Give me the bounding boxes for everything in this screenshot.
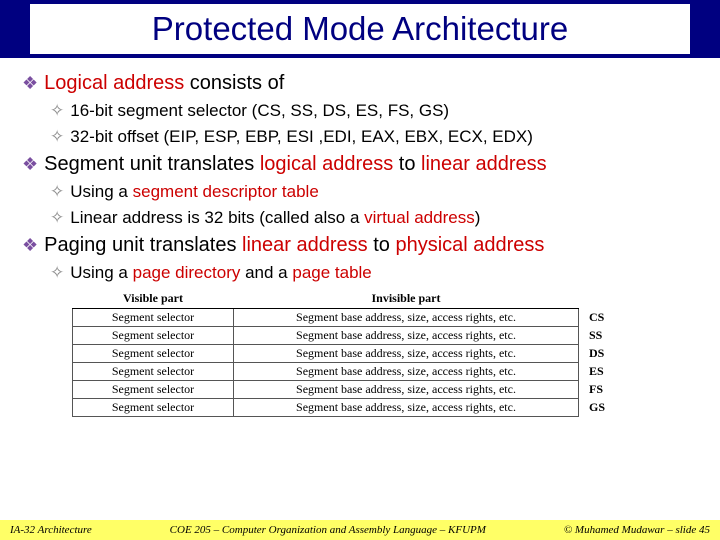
b2-mid: to xyxy=(393,153,421,175)
b3-pre: Paging unit translates xyxy=(44,234,242,256)
diamond-icon: ❖ xyxy=(22,235,38,255)
cell-right: Segment base address, size, access right… xyxy=(234,345,579,363)
table-row: Segment selectorSegment base address, si… xyxy=(73,309,648,327)
th-blank xyxy=(579,289,648,309)
bullet-1a: ✧ 16-bit segment selector (CS, SS, DS, ES… xyxy=(50,101,698,121)
cell-right: Segment base address, size, access right… xyxy=(234,399,579,417)
reg-label: ES xyxy=(579,363,648,381)
footer-left: IA-32 Architecture xyxy=(10,524,92,536)
table-row: Segment selectorSegment base address, si… xyxy=(73,327,648,345)
segment-table: Visible part Invisible part Segment sele… xyxy=(72,289,648,417)
footer-right: © Muhamed Mudawar – slide 45 xyxy=(564,524,710,536)
reg-label: GS xyxy=(579,399,648,417)
b3a-pre: Using a xyxy=(70,263,132,282)
b2a-red: segment descriptor table xyxy=(133,182,319,201)
b3a-mid: and a xyxy=(240,263,292,282)
cell-left: Segment selector xyxy=(73,327,234,345)
reg-label: SS xyxy=(579,327,648,345)
b2-pre: Segment unit translates xyxy=(44,153,260,175)
th-invisible: Invisible part xyxy=(234,289,579,309)
slide-title: Protected Mode Architecture xyxy=(152,10,568,47)
b3-r2: physical address xyxy=(395,234,544,256)
b1-red: Logical address xyxy=(44,72,184,94)
cell-left: Segment selector xyxy=(73,309,234,327)
diamond-icon: ❖ xyxy=(22,154,38,174)
cross-icon: ✧ xyxy=(50,101,64,120)
b1-rest: consists of xyxy=(184,72,284,94)
bullet-1b: ✧ 32-bit offset (EIP, ESP, EBP, ESI ,EDI,… xyxy=(50,127,698,147)
footer-center: COE 205 – Computer Organization and Asse… xyxy=(170,524,486,536)
b1a-text: 16-bit segment selector (CS, SS, DS, ES,… xyxy=(70,101,449,120)
reg-label: CS xyxy=(579,309,648,327)
cross-icon: ✧ xyxy=(50,263,64,282)
content-area: ❖ Logical address consists of ✧ 16-bit seg… xyxy=(0,58,720,417)
bullet-1: ❖ Logical address consists of xyxy=(22,72,698,95)
b2a-pre: Using a xyxy=(70,182,132,201)
table-row: Segment selectorSegment base address, si… xyxy=(73,381,648,399)
bullet-2b: ✧ Linear address is 32 bits (called also … xyxy=(50,208,698,228)
footer-bar: IA-32 Architecture COE 205 – Computer Or… xyxy=(0,520,720,540)
b2b-post: ) xyxy=(475,208,481,227)
cell-left: Segment selector xyxy=(73,363,234,381)
cell-right: Segment base address, size, access right… xyxy=(234,309,579,327)
table-header-row: Visible part Invisible part xyxy=(73,289,648,309)
b2b-red: virtual address xyxy=(364,208,475,227)
reg-label: DS xyxy=(579,345,648,363)
th-visible: Visible part xyxy=(73,289,234,309)
cell-right: Segment base address, size, access right… xyxy=(234,327,579,345)
cell-right: Segment base address, size, access right… xyxy=(234,381,579,399)
cross-icon: ✧ xyxy=(50,127,64,146)
table-row: Segment selectorSegment base address, si… xyxy=(73,363,648,381)
b2b-pre: Linear address is 32 bits (called also a xyxy=(70,208,364,227)
bullet-2a: ✧ Using a segment descriptor table xyxy=(50,182,698,202)
title-bar: Protected Mode Architecture xyxy=(0,0,720,58)
register-table: Visible part Invisible part Segment sele… xyxy=(72,289,648,417)
cell-left: Segment selector xyxy=(73,399,234,417)
cell-left: Segment selector xyxy=(73,381,234,399)
table-row: Segment selectorSegment base address, si… xyxy=(73,345,648,363)
b2-r1: logical address xyxy=(260,153,393,175)
b1b-text: 32-bit offset (EIP, ESP, EBP, ESI ,EDI, … xyxy=(70,127,533,146)
bullet-3: ❖ Paging unit translates linear address t… xyxy=(22,234,698,257)
b2-r2: linear address xyxy=(421,153,547,175)
diamond-icon: ❖ xyxy=(22,73,38,93)
reg-label: FS xyxy=(579,381,648,399)
bullet-3a: ✧ Using a page directory and a page table xyxy=(50,263,698,283)
b3a-r2: page table xyxy=(292,263,371,282)
bullet-2: ❖ Segment unit translates logical address… xyxy=(22,153,698,176)
cross-icon: ✧ xyxy=(50,182,64,201)
b3-mid: to xyxy=(368,234,396,256)
cross-icon: ✧ xyxy=(50,208,64,227)
cell-left: Segment selector xyxy=(73,345,234,363)
table-row: Segment selectorSegment base address, si… xyxy=(73,399,648,417)
b3-r1: linear address xyxy=(242,234,368,256)
b3a-r1: page directory xyxy=(133,263,241,282)
cell-right: Segment base address, size, access right… xyxy=(234,363,579,381)
title-wrap: Protected Mode Architecture xyxy=(30,4,690,54)
